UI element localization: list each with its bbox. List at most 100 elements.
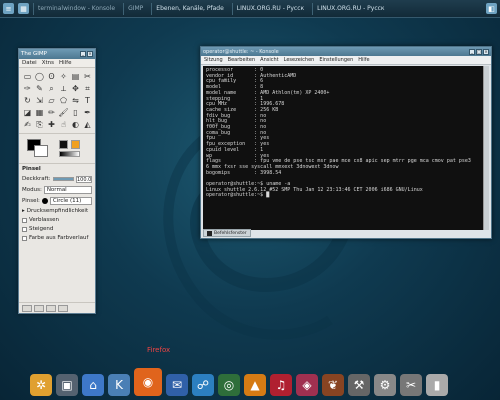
thunderbird-icon[interactable]: ✉	[166, 374, 188, 396]
smudge-icon[interactable]: ☝	[58, 119, 69, 130]
maximize-icon[interactable]: □	[476, 48, 482, 55]
terminal-output[interactable]: processor : 0 vendor_id : AuthenticAMD cpu…	[203, 66, 484, 230]
paths-icon[interactable]: ✑	[22, 83, 33, 94]
task-layers[interactable]: Ebenen, Kanäle, Pfade	[151, 2, 227, 15]
text-icon[interactable]: T	[82, 95, 93, 106]
tools-icon[interactable]: ⚒	[348, 374, 370, 396]
gradient-preview[interactable]	[59, 151, 80, 157]
lasso-icon[interactable]: ʘ	[46, 71, 57, 82]
delete-options-icon[interactable]	[46, 305, 56, 312]
flip-icon[interactable]: ⇋	[70, 95, 81, 106]
ink-icon[interactable]: ✍	[22, 119, 33, 130]
menu-icon[interactable]: ≡	[3, 3, 14, 14]
crop-icon[interactable]: ⌗	[82, 83, 93, 94]
scissors-icon[interactable]: ✂	[82, 71, 93, 82]
reset-options-icon[interactable]	[58, 305, 68, 312]
disc-icon[interactable]: ◎	[218, 374, 240, 396]
scale-icon[interactable]: ⇲	[34, 95, 45, 106]
trash-icon[interactable]: ▮	[426, 374, 448, 396]
utility-icon[interactable]: ⚙	[374, 374, 396, 396]
opacity-value[interactable]: 100.0	[76, 175, 92, 183]
menu-help[interactable]: Hilfe	[59, 60, 72, 66]
shear-icon[interactable]: ▱	[46, 95, 57, 106]
brush-preview[interactable]	[59, 140, 68, 149]
konsole-window[interactable]: operator@shuttle: ~ - Konsole _ □ × Sitz…	[200, 46, 492, 239]
ellipse-select-icon[interactable]: ◯	[34, 71, 45, 82]
color-picker-icon[interactable]: ✎	[34, 83, 45, 94]
close-icon[interactable]: ×	[87, 51, 93, 57]
menu-xtns[interactable]: Xtns	[42, 60, 54, 66]
mode-select[interactable]: Normal	[43, 186, 92, 194]
heal-icon[interactable]: ✚	[46, 119, 57, 130]
settings-icon[interactable]: ✂	[400, 374, 422, 396]
fade-checkbox[interactable]	[22, 217, 27, 223]
paintbrush-icon[interactable]: 🖌	[58, 107, 69, 118]
gradient-color-option[interactable]: Farbe aus Farbverlauf	[22, 235, 92, 241]
task-konsole[interactable]: terminalwindow - Konsole	[33, 2, 119, 15]
save-options-icon[interactable]	[22, 305, 32, 312]
terminal-tab-icon	[207, 230, 212, 236]
vlc-icon[interactable]: ▲	[244, 374, 266, 396]
bucket-fill-icon[interactable]: ◪	[22, 107, 33, 118]
menu-file[interactable]: Datei	[22, 60, 37, 66]
media-icon[interactable]: ♫	[270, 374, 292, 396]
menu-help[interactable]: Hilfe	[358, 57, 369, 63]
fuzzy-select-icon[interactable]: ✧	[58, 71, 69, 82]
menu-bookmarks[interactable]: Lesezeichen	[284, 57, 315, 63]
restore-options-icon[interactable]	[34, 305, 44, 312]
network-icon[interactable]: ☍	[192, 374, 214, 396]
home-icon[interactable]: ⌂	[82, 374, 104, 396]
sharpen-icon[interactable]: ◭	[82, 119, 93, 130]
firefox-icon[interactable]: ◉	[134, 368, 162, 396]
airbrush-icon[interactable]: ✒	[82, 107, 93, 118]
terminal-scrollbar[interactable]	[483, 66, 489, 230]
pencil-icon[interactable]: ✏	[46, 107, 57, 118]
wine-icon[interactable]: ❦	[322, 374, 344, 396]
menu-settings[interactable]: Einstellungen	[319, 57, 353, 63]
incremental-checkbox[interactable]	[22, 226, 27, 232]
terminal-tab[interactable]: Befehlsfenster	[203, 229, 251, 237]
tray-icon[interactable]: ◧	[486, 3, 497, 14]
konsole-titlebar[interactable]: operator@shuttle: ~ - Konsole _ □ ×	[201, 47, 491, 56]
perspective-icon[interactable]: ⬠	[58, 95, 69, 106]
move-icon[interactable]: ✥	[70, 83, 81, 94]
minimize-icon[interactable]: _	[469, 48, 475, 55]
incremental-option[interactable]: Steigend	[22, 226, 92, 232]
cube-icon[interactable]: ◈	[296, 374, 318, 396]
gear-icon[interactable]: ✲	[30, 374, 52, 396]
monitor-icon[interactable]: ▣	[56, 374, 78, 396]
kde-icon[interactable]: K	[108, 374, 130, 396]
zoom-icon[interactable]: ⌕	[46, 83, 57, 94]
task-browser-2[interactable]: LINUX.ORG.RU - Русск	[312, 2, 388, 15]
color-area	[19, 133, 95, 163]
menu-view[interactable]: Ansicht	[260, 57, 278, 63]
opacity-label: Deckkraft:	[22, 176, 51, 182]
background-color[interactable]	[34, 145, 48, 157]
pattern-preview[interactable]	[71, 140, 80, 149]
pressure-expander[interactable]: ▸ Drucksempfindlichkeit	[22, 208, 92, 214]
measure-icon[interactable]: ⟂	[58, 83, 69, 94]
blend-icon[interactable]: ▦	[34, 107, 45, 118]
task-browser-1[interactable]: LINUX.ORG.RU - Русск	[231, 2, 308, 15]
windows-icon[interactable]: ▦	[18, 3, 29, 14]
brush-select[interactable]: Circle (11)	[49, 197, 92, 205]
fade-option[interactable]: Verblassen	[22, 217, 92, 223]
task-gimp[interactable]: GIMP	[123, 2, 147, 15]
clone-icon[interactable]: ⎘	[34, 119, 45, 130]
gimp-toolbox-window[interactable]: The GIMP _ × Datei Xtns Hilfe ▭ ◯ ʘ ✧ ▤ …	[18, 48, 96, 314]
gradient-color-checkbox[interactable]	[22, 235, 27, 241]
tool-grid: ▭ ◯ ʘ ✧ ▤ ✂ ✑ ✎ ⌕ ⟂ ✥ ⌗ ↻ ⇲ ▱ ⬠ ⇋ T ◪ ▦ …	[19, 68, 95, 133]
gimp-title: The GIMP	[21, 51, 47, 57]
menu-edit[interactable]: Bearbeiten	[228, 57, 255, 63]
color-select-icon[interactable]: ▤	[70, 71, 81, 82]
opacity-slider[interactable]	[52, 177, 74, 181]
gimp-titlebar[interactable]: The GIMP _ ×	[19, 49, 95, 59]
expander-arrow-icon: ▸	[22, 208, 25, 214]
menu-session[interactable]: Sitzung	[204, 57, 223, 63]
rotate-icon[interactable]: ↻	[22, 95, 33, 106]
dodge-icon[interactable]: ◐	[70, 119, 81, 130]
eraser-icon[interactable]: ▯	[70, 107, 81, 118]
minimize-icon[interactable]: _	[80, 51, 86, 57]
close-icon[interactable]: ×	[483, 48, 489, 55]
rect-select-icon[interactable]: ▭	[22, 71, 33, 82]
